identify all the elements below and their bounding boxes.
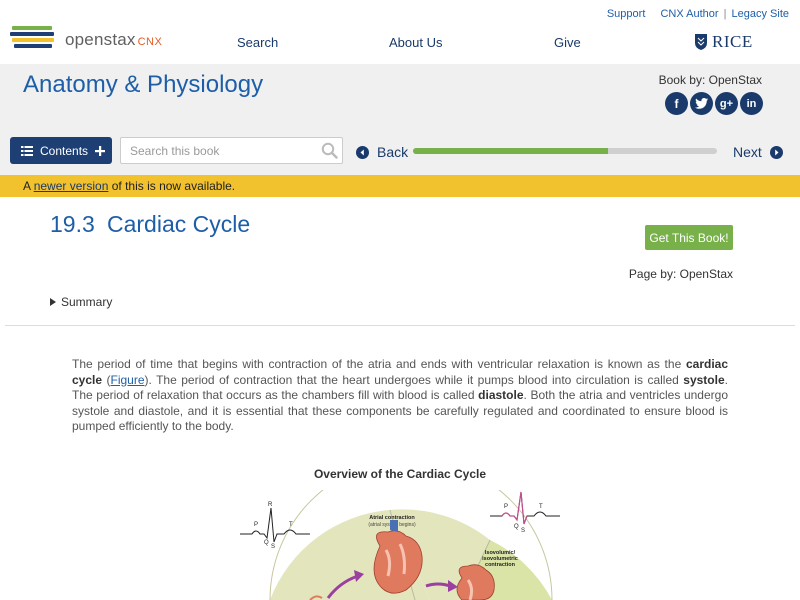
ecg-label-t: T bbox=[289, 522, 293, 528]
newer-version-notice: A newer version of this is now available… bbox=[0, 175, 800, 197]
term-systole: systole bbox=[683, 372, 725, 387]
logo-suffix: CNX bbox=[137, 36, 163, 48]
rice-logo[interactable]: RICE bbox=[694, 32, 753, 52]
caret-right-icon bbox=[50, 298, 56, 306]
label-contraction: contraction bbox=[485, 562, 516, 568]
ecg-label-s: S bbox=[521, 528, 525, 534]
search-input[interactable] bbox=[121, 138, 311, 163]
page-by: Page by: OpenStax bbox=[628, 267, 733, 281]
ecg-trace-left: R P T Q S bbox=[240, 502, 310, 550]
text-run: ). The period of contraction that the he… bbox=[144, 372, 684, 387]
term-diastole: diastole bbox=[478, 388, 524, 402]
next-arrow-icon bbox=[769, 145, 783, 159]
newer-version-link[interactable]: newer version bbox=[34, 179, 109, 193]
logo-text: openstax CNX bbox=[65, 30, 162, 50]
next-label: Next bbox=[733, 144, 762, 160]
notice-suffix: of this is now available. bbox=[111, 179, 236, 193]
logo-bars-icon bbox=[10, 26, 54, 48]
linkedin-icon[interactable]: in bbox=[740, 92, 763, 115]
get-this-book-button[interactable]: Get This Book! bbox=[645, 225, 733, 250]
plus-icon bbox=[95, 145, 106, 156]
ecg-label-q: Q bbox=[514, 524, 519, 530]
nav-give[interactable]: Give bbox=[554, 35, 581, 50]
nav-search[interactable]: Search bbox=[237, 35, 278, 50]
summary-toggle[interactable]: Summary bbox=[50, 295, 112, 309]
progress-bar bbox=[413, 148, 717, 154]
list-icon bbox=[21, 145, 33, 156]
legacy-site-link[interactable]: Legacy Site bbox=[732, 8, 789, 20]
book-title[interactable]: Anatomy & Physiology bbox=[23, 71, 263, 99]
next-button[interactable]: Next bbox=[733, 144, 783, 160]
ecg-label-s: S bbox=[271, 544, 275, 550]
ecg-label-t: T bbox=[539, 504, 543, 510]
book-toolbar: Contents Back Next bbox=[0, 126, 800, 175]
google-plus-icon[interactable]: g+ bbox=[715, 92, 738, 115]
logo-name: openstax bbox=[65, 30, 136, 49]
ecg-label-r: R bbox=[268, 502, 273, 508]
search-icon[interactable] bbox=[321, 142, 338, 159]
social-links: f g+ in bbox=[665, 92, 763, 115]
contents-button[interactable]: Contents bbox=[10, 137, 112, 164]
ecg-label-q: Q bbox=[264, 540, 269, 546]
ecg-label-p: P bbox=[504, 504, 508, 510]
back-arrow-icon bbox=[356, 145, 369, 159]
utility-links: Support CNX Author | Legacy Site bbox=[606, 8, 789, 20]
text-run: ( bbox=[102, 372, 111, 387]
openstax-logo[interactable]: openstax CNX bbox=[10, 26, 162, 50]
rice-text: RICE bbox=[712, 32, 753, 51]
back-label: Back bbox=[377, 144, 409, 160]
notice-prefix: A bbox=[23, 179, 31, 193]
page-title: Cardiac Cycle bbox=[107, 211, 251, 237]
search-box bbox=[120, 137, 343, 164]
cardiac-cycle-figure: R P T Q S R P T Q S Atrial contraction (… bbox=[240, 490, 560, 600]
cnx-author-link[interactable]: CNX Author bbox=[660, 8, 718, 20]
progress-fill bbox=[413, 148, 608, 154]
section-number: 19.3 bbox=[50, 211, 95, 237]
nav-about-us[interactable]: About Us bbox=[389, 35, 442, 50]
text-run: The period of time that begins with cont… bbox=[72, 357, 686, 371]
divider bbox=[5, 325, 795, 326]
summary-label: Summary bbox=[61, 295, 113, 309]
ecg-label-r: R bbox=[518, 490, 523, 492]
book-header: Anatomy & Physiology Book by: OpenStax f… bbox=[0, 64, 800, 126]
support-link[interactable]: Support bbox=[607, 8, 646, 20]
contents-label: Contents bbox=[40, 143, 89, 158]
top-nav: openstax CNX Support CNX Author | Legacy … bbox=[0, 0, 800, 64]
twitter-icon[interactable] bbox=[690, 92, 713, 115]
intro-paragraph: The period of time that begins with cont… bbox=[72, 357, 728, 435]
book-by: Book by: OpenStax bbox=[658, 73, 762, 87]
ecg-label-p: P bbox=[254, 522, 258, 528]
figure-title: Overview of the Cardiac Cycle bbox=[313, 467, 487, 481]
ecg-trace-right: R P T Q S bbox=[490, 490, 560, 534]
back-button[interactable]: Back bbox=[356, 144, 408, 160]
facebook-icon[interactable]: f bbox=[665, 92, 688, 115]
figure-link[interactable]: Figure bbox=[111, 373, 145, 387]
rice-shield-icon bbox=[695, 34, 707, 50]
